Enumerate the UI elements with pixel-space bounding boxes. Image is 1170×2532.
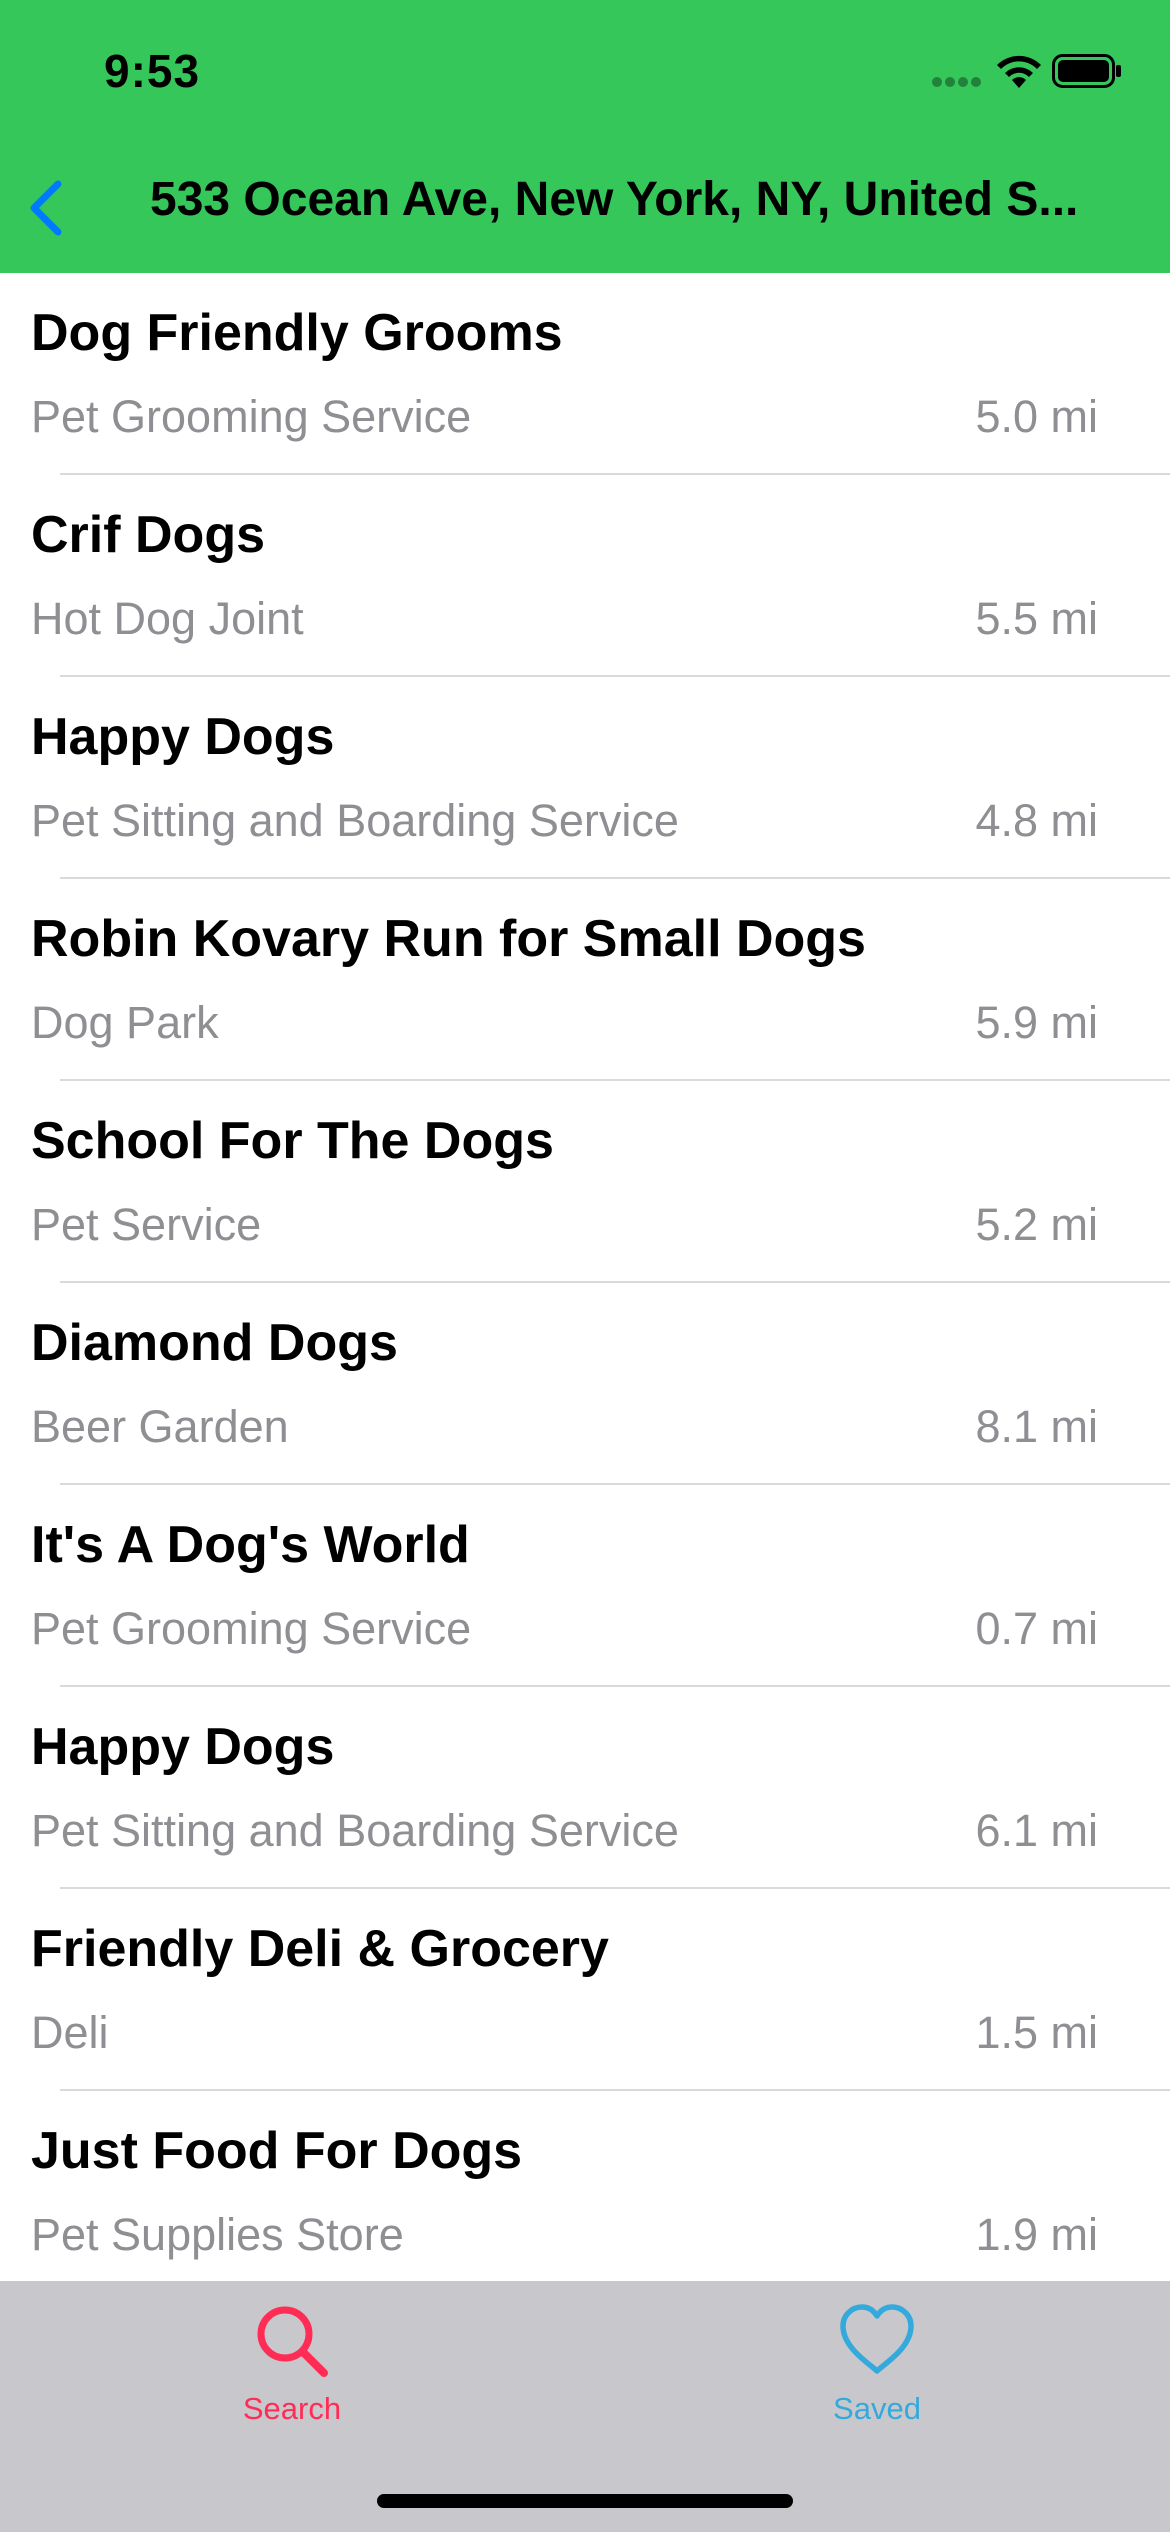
place-name: Happy Dogs [31, 1718, 335, 1776]
place-distance: 5.5 mi [975, 593, 1098, 644]
place-name: It's A Dog's World [31, 1516, 470, 1574]
place-distance: 0.7 mi [975, 1603, 1098, 1654]
place-distance: 1.9 mi [975, 2209, 1098, 2260]
place-category: Pet Sitting and Boarding Service [31, 795, 679, 846]
list-item[interactable]: Crif Dogs Hot Dog Joint 5.5 mi [0, 475, 1170, 677]
place-distance: 8.1 mi [975, 1401, 1098, 1452]
tab-search[interactable]: Search [172, 2301, 412, 2451]
status-time: 9:53 [104, 45, 201, 97]
place-name: Just Food For Dogs [31, 2122, 523, 2180]
page-title: 533 Ocean Ave, New York, NY, United S... [150, 173, 1079, 226]
place-distance: 4.8 mi [975, 795, 1098, 846]
list-item[interactable]: School For The Dogs Pet Service 5.2 mi [0, 1081, 1170, 1283]
navigation-header: 9:53 533 Ocean Ave, New York, NY, United… [0, 0, 1170, 273]
place-name: Dog Friendly Grooms [31, 304, 563, 362]
place-category: Deli [31, 2007, 109, 2058]
tab-saved-label: Saved [833, 2391, 921, 2426]
place-distance: 6.1 mi [975, 1805, 1098, 1856]
place-name: Friendly Deli & Grocery [31, 1920, 609, 1978]
place-name: School For The Dogs [31, 1112, 554, 1170]
status-icons [932, 50, 1121, 100]
home-indicator [377, 2494, 793, 2508]
tab-bar: Search Saved [0, 2281, 1170, 2532]
place-name: Diamond Dogs [31, 1314, 398, 1372]
chevron-left-icon [30, 180, 62, 236]
list-item[interactable]: Dog Friendly Grooms Pet Grooming Service… [0, 273, 1170, 475]
wifi-icon [997, 55, 1041, 88]
battery-icon [1052, 54, 1121, 88]
place-distance: 5.2 mi [975, 1199, 1098, 1250]
list-item[interactable]: Friendly Deli & Grocery Deli 1.5 mi [0, 1889, 1170, 2091]
place-category: Pet Grooming Service [31, 391, 472, 442]
place-distance: 5.9 mi [975, 997, 1098, 1048]
back-button[interactable] [22, 178, 72, 238]
place-category: Beer Garden [31, 1401, 289, 1452]
heart-icon [840, 2304, 914, 2374]
place-category: Pet Supplies Store [31, 2209, 404, 2260]
place-category: Hot Dog Joint [31, 593, 304, 644]
cellular-signal-icon [932, 74, 984, 92]
place-name: Happy Dogs [31, 708, 335, 766]
place-category: Pet Sitting and Boarding Service [31, 1805, 679, 1856]
list-item[interactable]: Happy Dogs Pet Sitting and Boarding Serv… [0, 677, 1170, 879]
search-icon [257, 2306, 328, 2377]
place-distance: 1.5 mi [975, 2007, 1098, 2058]
list-item[interactable]: Diamond Dogs Beer Garden 8.1 mi [0, 1283, 1170, 1485]
list-item[interactable]: Happy Dogs Pet Sitting and Boarding Serv… [0, 1687, 1170, 1889]
place-name: Robin Kovary Run for Small Dogs [31, 910, 866, 968]
place-category: Dog Park [31, 997, 219, 1048]
list-item[interactable]: It's A Dog's World Pet Grooming Service … [0, 1485, 1170, 1687]
place-category: Pet Grooming Service [31, 1603, 472, 1654]
list-item[interactable]: Robin Kovary Run for Small Dogs Dog Park… [0, 879, 1170, 1081]
results-list[interactable]: Dog Friendly Grooms Pet Grooming Service… [0, 273, 1170, 2293]
place-category: Pet Service [31, 1199, 262, 1250]
tab-search-label: Search [242, 2391, 342, 2426]
tab-saved[interactable]: Saved [757, 2301, 997, 2451]
place-distance: 5.0 mi [975, 391, 1098, 442]
place-name: Crif Dogs [31, 506, 265, 564]
list-item[interactable]: Just Food For Dogs Pet Supplies Store 1.… [0, 2091, 1170, 2293]
